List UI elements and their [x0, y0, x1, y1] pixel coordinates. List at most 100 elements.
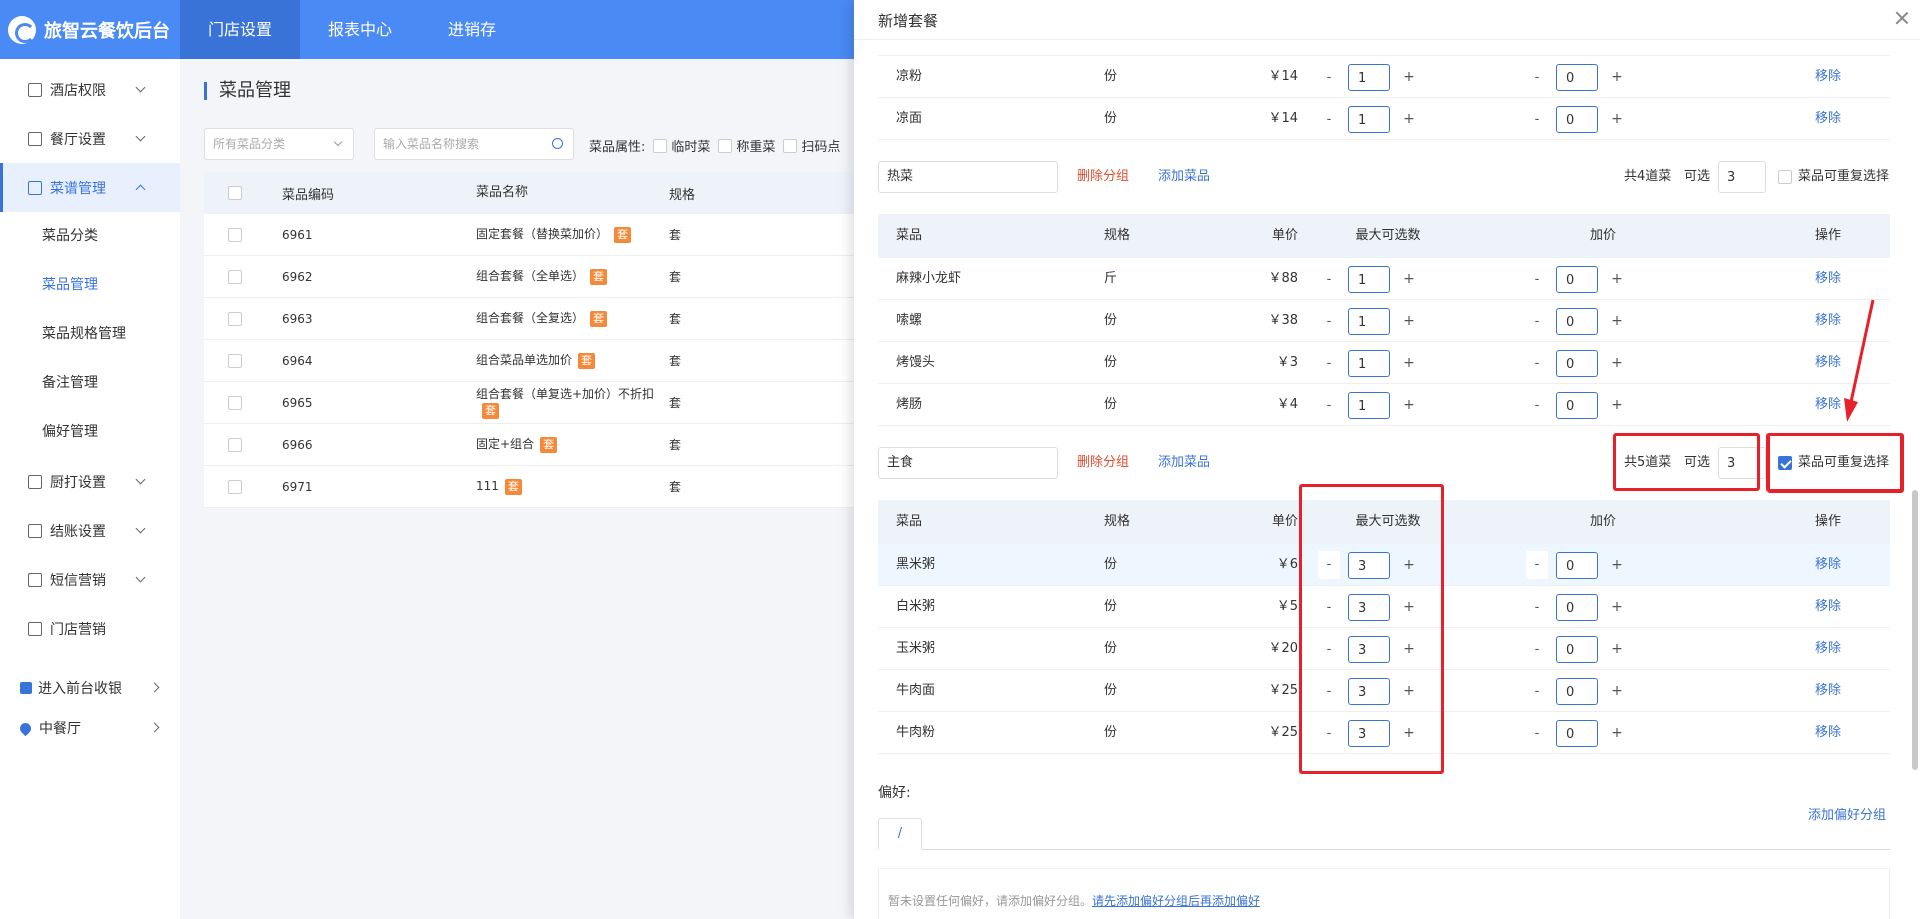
- add-price-stepper-input[interactable]: 0: [1556, 63, 1598, 91]
- table-row[interactable]: 6966 固定+组合套套: [204, 424, 854, 466]
- topnav-inventory[interactable]: 进销存: [420, 0, 524, 59]
- scrollbar[interactable]: [1912, 490, 1918, 770]
- remove-dish-link[interactable]: 移除: [1778, 56, 1878, 98]
- table-row[interactable]: 6962 组合套餐（全单选） 套 套: [204, 256, 854, 298]
- remove-dish-link[interactable]: 移除: [1778, 258, 1878, 300]
- minus-button[interactable]: -: [1526, 314, 1548, 329]
- minus-button[interactable]: -: [1318, 70, 1340, 85]
- remove-dish-link[interactable]: 移除: [1778, 384, 1878, 426]
- table-row[interactable]: 6971 111 套 套: [204, 466, 854, 508]
- sidebar-item-restaurant-settings[interactable]: 餐厅设置: [0, 114, 180, 163]
- remove-dish-link[interactable]: 移除: [1778, 712, 1878, 754]
- dish-search-input[interactable]: 输入菜品名称搜索: [374, 128, 574, 160]
- remove-dish-link[interactable]: 移除: [1778, 628, 1878, 670]
- delete-group-link[interactable]: 删除分组: [1077, 447, 1129, 479]
- add-price-stepper-input[interactable]: 0: [1556, 265, 1598, 293]
- plus-button[interactable]: +: [1606, 599, 1628, 615]
- attr-checkbox[interactable]: [783, 138, 798, 153]
- add-price-stepper-input[interactable]: 0: [1556, 719, 1598, 747]
- plus-button[interactable]: +: [1398, 397, 1420, 413]
- add-price-stepper-input[interactable]: 0: [1556, 593, 1598, 621]
- preference-tab[interactable]: /: [878, 818, 922, 850]
- add-price-stepper-input[interactable]: 0: [1556, 105, 1598, 133]
- table-row[interactable]: 6963 组合套餐（全复选） 套 套: [204, 298, 854, 340]
- add-price-stepper-input[interactable]: 0: [1556, 635, 1598, 663]
- minus-button[interactable]: -: [1526, 642, 1548, 657]
- add-price-stepper-input[interactable]: 0: [1556, 677, 1598, 705]
- minus-button[interactable]: -: [1526, 726, 1548, 741]
- add-preference-group-link[interactable]: 添加偏好分组: [1808, 804, 1886, 823]
- minus-button[interactable]: -: [1318, 272, 1340, 287]
- add-price-stepper-input[interactable]: 0: [1556, 307, 1598, 335]
- close-icon[interactable]: [1894, 10, 1910, 26]
- sidebar-item-sms-marketing[interactable]: 短信营销: [0, 555, 180, 604]
- minus-button[interactable]: -: [1526, 600, 1548, 615]
- sidebar-item-kitchen-print[interactable]: 厨打设置: [0, 457, 180, 506]
- repeatable-selection-toggle[interactable]: 菜品可重复选择: [1778, 161, 1889, 193]
- max-select-stepper-input[interactable]: 1: [1348, 391, 1390, 419]
- remove-dish-link[interactable]: 移除: [1778, 670, 1878, 712]
- plus-button[interactable]: +: [1398, 355, 1420, 371]
- sidebar-item-menu-management[interactable]: 菜谱管理: [0, 163, 180, 212]
- minus-button[interactable]: -: [1318, 356, 1340, 371]
- max-select-stepper-input[interactable]: 1: [1348, 265, 1390, 293]
- minus-button[interactable]: -: [1526, 398, 1548, 413]
- plus-button[interactable]: +: [1606, 641, 1628, 657]
- brand[interactable]: 旅智云餐饮后台: [0, 0, 180, 59]
- sidebar-sub-dish-category[interactable]: 菜品分类: [0, 212, 180, 261]
- add-price-stepper-input[interactable]: 0: [1556, 391, 1598, 419]
- plus-button[interactable]: +: [1606, 557, 1628, 573]
- plus-button[interactable]: +: [1606, 355, 1628, 371]
- minus-button[interactable]: -: [1526, 70, 1548, 85]
- plus-button[interactable]: +: [1606, 271, 1628, 287]
- remove-dish-link[interactable]: 移除: [1778, 544, 1878, 586]
- remove-dish-link[interactable]: 移除: [1778, 586, 1878, 628]
- plus-button[interactable]: +: [1398, 271, 1420, 287]
- search-icon[interactable]: [552, 138, 563, 149]
- minus-button[interactable]: -: [1526, 684, 1548, 699]
- max-select-stepper-input[interactable]: 1: [1348, 63, 1390, 91]
- minus-button[interactable]: -: [1318, 112, 1340, 127]
- sidebar-sub-preferences[interactable]: 偏好管理: [0, 408, 180, 457]
- remove-dish-link[interactable]: 移除: [1778, 342, 1878, 384]
- delete-group-link[interactable]: 删除分组: [1077, 161, 1129, 193]
- sidebar-sub-dish-management[interactable]: 菜品管理: [0, 261, 180, 310]
- minus-button[interactable]: -: [1318, 398, 1340, 413]
- sidebar-current-restaurant[interactable]: 中餐厅: [0, 708, 180, 748]
- group-name-input[interactable]: 主食: [878, 447, 1058, 479]
- row-checkbox[interactable]: [228, 395, 242, 410]
- group-name-input[interactable]: 热菜: [878, 161, 1058, 193]
- row-checkbox[interactable]: [228, 269, 242, 284]
- add-preference-group-first-link[interactable]: 请先添加偏好分组后再添加偏好: [1092, 894, 1260, 908]
- row-checkbox[interactable]: [228, 437, 242, 452]
- plus-button[interactable]: +: [1398, 313, 1420, 329]
- remove-dish-link[interactable]: 移除: [1778, 300, 1878, 342]
- minus-button[interactable]: -: [1526, 112, 1548, 127]
- remove-dish-link[interactable]: 移除: [1778, 98, 1878, 140]
- minus-button[interactable]: -: [1318, 314, 1340, 329]
- plus-button[interactable]: +: [1606, 111, 1628, 127]
- sidebar-item-hotel-permissions[interactable]: 酒店权限: [0, 65, 180, 114]
- row-checkbox[interactable]: [228, 479, 242, 494]
- max-select-stepper-input[interactable]: 1: [1348, 307, 1390, 335]
- attr-checkbox[interactable]: [653, 138, 668, 153]
- topnav-store-settings[interactable]: 门店设置: [180, 0, 301, 59]
- sidebar-item-store-marketing[interactable]: 门店营销: [0, 604, 180, 653]
- sidebar-sub-notes[interactable]: 备注管理: [0, 359, 180, 408]
- minus-button[interactable]: -: [1526, 272, 1548, 287]
- select-all-checkbox[interactable]: [228, 186, 242, 200]
- attr-checkbox[interactable]: [718, 138, 733, 153]
- add-price-stepper-input[interactable]: 0: [1556, 551, 1598, 579]
- table-row[interactable]: 6964 组合菜品单选加价套套: [204, 340, 854, 382]
- group-select-count-input[interactable]: 3: [1718, 161, 1766, 193]
- plus-button[interactable]: +: [1606, 725, 1628, 741]
- add-price-stepper-input[interactable]: 0: [1556, 349, 1598, 377]
- table-row[interactable]: 6961 固定套餐（替换菜加价） 套 套: [204, 214, 854, 256]
- table-row[interactable]: 6965 组合套餐（单复选+加价）不折扣套套: [204, 382, 854, 424]
- category-select[interactable]: 所有菜品分类: [204, 128, 354, 160]
- minus-button[interactable]: -: [1526, 356, 1548, 371]
- plus-button[interactable]: +: [1606, 683, 1628, 699]
- topnav-reports[interactable]: 报表中心: [300, 0, 420, 59]
- repeatable-checkbox[interactable]: [1778, 170, 1792, 184]
- plus-button[interactable]: +: [1398, 69, 1420, 85]
